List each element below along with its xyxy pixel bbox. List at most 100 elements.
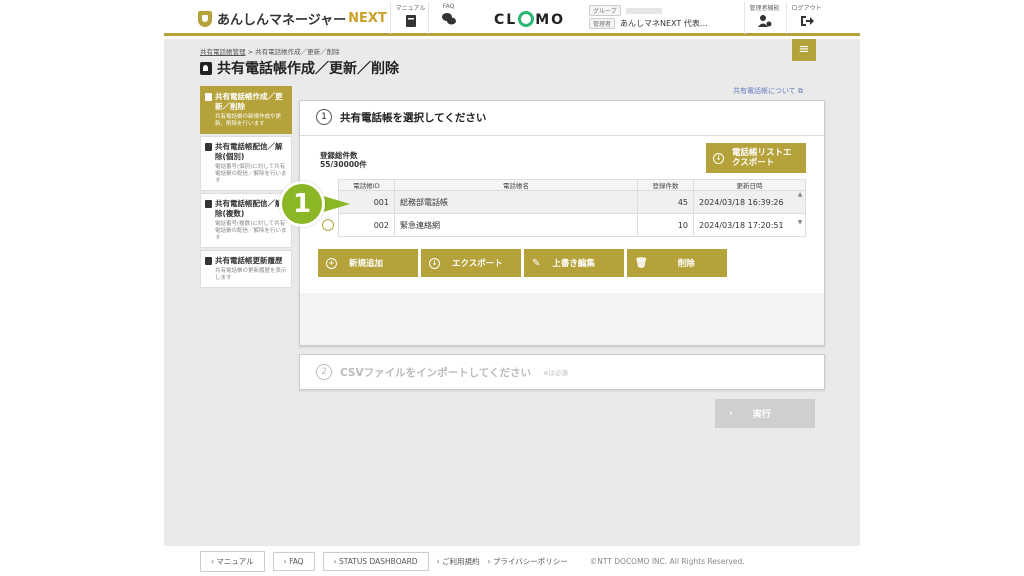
copyright: ©NTT DOCOMO INC. All Rights Reserved. (589, 556, 745, 566)
phonebook-icon (205, 93, 212, 101)
overwrite-label: 上書き編集 (552, 259, 595, 269)
logout-label: ログアウト (791, 5, 822, 12)
delete-label: 削除 (677, 259, 695, 269)
faq-button[interactable]: FAQ (428, 2, 468, 34)
cell-updated: 2024/03/18 16:39:26 (693, 190, 806, 214)
phonebook-icon (205, 200, 212, 208)
sidebar-item-title: 共有電話帳配信／解除(複数) (215, 199, 283, 218)
footer-faq-link[interactable]: › FAQ (272, 551, 315, 571)
step1-panel: 1 共有電話帳を選択してください 登録総件数 55/30000件 ↓ 電話帳リス… (299, 100, 825, 346)
edit-icon: ✎ (532, 257, 541, 269)
step-number: 1 (316, 109, 332, 125)
phonebook-icon (205, 257, 212, 265)
table-row[interactable]: 002 緊急連絡網 10 2024/03/18 17:20:51 (338, 213, 806, 237)
col-name: 電話帳名 (394, 179, 638, 191)
app-window: あんしんマネージャー NEXT マニュアル FAQ CL MO グループ 管理者 … (164, 0, 860, 576)
sidebar-item-title: 共有電話帳更新履歴 (215, 256, 283, 265)
download-icon: ↓ (713, 152, 724, 164)
page-title: 共有電話帳作成／更新／削除 (200, 58, 399, 78)
app-logo[interactable]: あんしんマネージャー NEXT (198, 9, 387, 28)
breadcrumb-parent[interactable]: 共有電話帳管理 (200, 48, 246, 56)
step-number: 2 (316, 364, 332, 380)
add-label: 新規追加 (349, 259, 384, 269)
logo-next: NEXT (348, 11, 387, 26)
export-label: エクスポート (452, 259, 503, 269)
step2-panel: 2 CSVファイルをインポートしてください ※は必須 (299, 354, 825, 390)
step2-title: 2 CSVファイルをインポートしてください ※は必須 (316, 364, 568, 380)
logout-icon (800, 16, 814, 26)
about-link[interactable]: 共有電話帳について ⧉ (733, 86, 803, 96)
required-note: ※は必須 (542, 369, 568, 377)
footer: › マニュアル › FAQ › STATUS DASHBOARD › ご利用規約… (164, 546, 860, 576)
export-list-button[interactable]: ↓ 電話帳リストエクスポート (706, 143, 806, 173)
step1-title-text: 共有電話帳を選択してください (340, 111, 487, 124)
header: あんしんマネージャー NEXT マニュアル FAQ CL MO グループ 管理者 … (164, 0, 860, 36)
sidebar-item-desc: 電話番号(個別)に対して共有電話帳の配信／解除を行います (215, 164, 287, 184)
cell-updated: 2024/03/18 17:20:51 (693, 213, 806, 237)
execute-button[interactable]: › 実行 (715, 399, 815, 428)
phonebook-icon (205, 143, 212, 151)
col-count: 登録件数 (637, 179, 694, 191)
chevron-right-icon: › (729, 408, 733, 419)
export-list-label: 電話帳リストエクスポート (732, 148, 792, 168)
add-button[interactable]: + 新規追加 (318, 249, 418, 277)
phonebook-table: 電話帳ID 電話帳名 登録件数 更新日時 001 総務部電話帳 45 2024/… (338, 179, 806, 237)
row-radio[interactable] (322, 219, 334, 231)
count-label: 登録総件数 (320, 151, 358, 160)
download-icon: ↓ (429, 257, 440, 269)
sidebar-item-desc: 共有電話帳の新規作成や更新、削除を行います (215, 114, 282, 127)
action-buttons: + 新規追加 ↓ エクスポート ✎ 上書き編集 🗑 削除 (318, 249, 727, 277)
step2-title-text: CSVファイルをインポートしてください (340, 366, 531, 379)
breadcrumb: 共有電話帳管理 > 共有電話帳作成／更新／削除 (200, 46, 340, 56)
count-value: 55/30000件 (320, 160, 367, 169)
divider (300, 135, 824, 136)
page-title-text: 共有電話帳作成／更新／削除 (217, 61, 399, 77)
sidebar-item-create[interactable]: 共有電話帳作成／更新／削除 共有電話帳の新規作成や更新、削除を行います (200, 86, 292, 134)
table-row[interactable]: 001 総務部電話帳 45 2024/03/18 16:39:26 (338, 190, 806, 214)
group-selector[interactable]: グループ 管理者 あんしマネNEXT 代表… (589, 4, 739, 30)
footer-terms-link[interactable]: › ご利用規約 (437, 556, 480, 567)
footer-privacy-link[interactable]: › プライバシーポリシー (487, 556, 567, 567)
group-tag: グループ (589, 5, 621, 16)
sidebar-item-title: 共有電話帳配信／解除(個別) (215, 142, 283, 161)
admin-func-button[interactable]: 管理者機能 (744, 2, 784, 34)
manual-label: マニュアル (395, 5, 426, 12)
cell-count: 10 (637, 213, 694, 237)
sidebar-item-deliver-single[interactable]: 共有電話帳配信／解除(個別) 電話番号(個別)に対して共有電話帳の配信／解除を行… (200, 136, 292, 191)
hamburger-menu-icon[interactable]: ≡ (792, 39, 816, 61)
export-button[interactable]: ↓ エクスポート (421, 249, 521, 277)
step1-body: 1 共有電話帳を選択してください 登録総件数 55/30000件 ↓ 電話帳リス… (300, 101, 824, 293)
group-name-redacted (625, 7, 662, 14)
faq-label: FAQ (442, 3, 455, 10)
execute-label: 実行 (752, 410, 771, 420)
logo-text: あんしんマネージャー (217, 13, 347, 28)
footer-manual-link[interactable]: › マニュアル (200, 550, 265, 572)
logout-button[interactable]: ログアウト (786, 2, 826, 34)
sidebar-item-desc: 共有電話帳の更新履歴を表示します (215, 268, 287, 281)
main-content: 共有電話帳管理 > 共有電話帳作成／更新／削除 共有電話帳作成／更新／削除 ≡ … (164, 39, 860, 546)
sidebar-item-desc: 電話番号(複数)に対して共有電話帳の配信／解除を行います (215, 221, 287, 241)
clomo-logo: CL MO (494, 11, 566, 28)
total-count: 登録総件数 55/30000件 (320, 151, 367, 169)
user-gear-icon (757, 15, 771, 27)
plus-icon: + (326, 257, 337, 269)
sidebar-item-history[interactable]: 共有電話帳更新履歴 共有電話帳の更新履歴を表示します (200, 250, 292, 288)
manual-button[interactable]: マニュアル (390, 2, 430, 34)
cell-id: 002 (338, 213, 395, 237)
cell-count: 45 (637, 190, 694, 214)
overwrite-button[interactable]: ✎ 上書き編集 (524, 249, 624, 277)
breadcrumb-sep: > (247, 48, 254, 56)
col-id: 電話帳ID (338, 179, 395, 191)
callout-badge: 1 (279, 181, 325, 227)
cell-name: 総務部電話帳 (394, 190, 638, 214)
admin-tag: 管理者 (589, 18, 616, 29)
table-scrollbar[interactable]: ▲ ▼ (794, 191, 806, 237)
col-updated: 更新日時 (693, 179, 806, 191)
delete-button[interactable]: 🗑 削除 (627, 249, 727, 277)
footer-status-link[interactable]: › STATUS DASHBOARD (322, 551, 429, 571)
book-icon (405, 15, 416, 27)
chat-icon (441, 13, 456, 25)
trash-icon: 🗑 (635, 257, 648, 269)
sidebar-item-title: 共有電話帳作成／更新／削除 (215, 92, 283, 111)
step1-title: 1 共有電話帳を選択してください (316, 109, 486, 125)
